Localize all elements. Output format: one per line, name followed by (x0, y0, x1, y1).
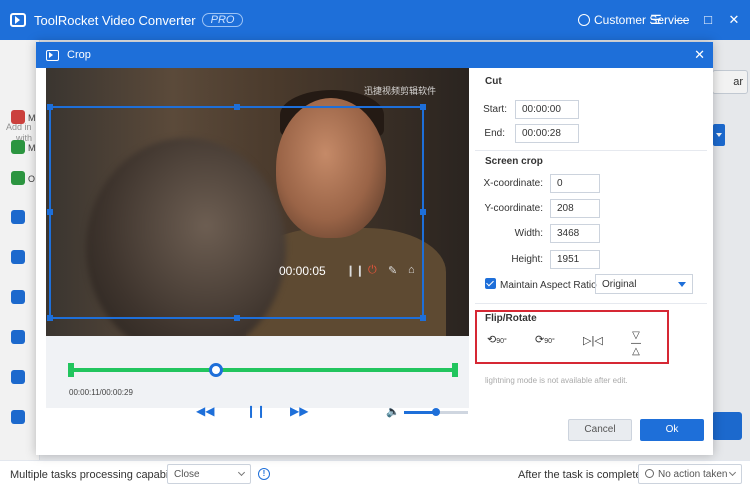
edit-icon[interactable]: ✎ (388, 264, 397, 277)
after-task-select[interactable]: No action taken (638, 464, 742, 484)
crop-dialog: Crop ✕ 迅捷视频剪辑软件 00:00:05 ❙❙ ⏻ ✎ ⌂ 00:00:… (36, 42, 713, 455)
crop-box[interactable] (47, 104, 426, 321)
pause-button-icon[interactable]: ❙❙ (246, 404, 266, 418)
no-action-icon (645, 469, 654, 478)
timeline[interactable] (68, 359, 458, 383)
flip-rotate-title: Flip/Rotate (485, 313, 537, 324)
crop-handle[interactable] (234, 104, 240, 110)
height-label: Height: (511, 254, 543, 265)
cut-title: Cut (485, 76, 502, 87)
flip-horizontal-icon[interactable]: ▷|◁ (583, 334, 603, 347)
volume-icon[interactable]: 🔈 (386, 405, 400, 418)
chevron-down-icon (237, 468, 246, 477)
multi-task-label: Multiple tasks processing capability (10, 469, 182, 481)
crop-handle[interactable] (47, 315, 53, 321)
chevron-down-icon (728, 468, 737, 477)
app-logo-icon (10, 13, 26, 27)
x-coordinate-input[interactable]: 0 (550, 174, 600, 193)
crop-handle[interactable] (47, 104, 53, 110)
close-icon[interactable]: ✕ (728, 12, 740, 28)
pause-icon[interactable]: ❙❙ (346, 264, 364, 277)
rewind-icon[interactable]: ◀◀ (196, 404, 214, 418)
rotate-right-icon[interactable]: ⟳90° (535, 333, 555, 346)
dialog-title: Crop (67, 49, 91, 61)
dialog-titlebar: Crop ✕ (36, 42, 713, 68)
statusbar: Multiple tasks processing capability Clo… (0, 460, 750, 495)
maintain-aspect-label: Maintain Aspect Ratio (500, 280, 597, 291)
power-icon[interactable]: ⏻ (368, 264, 377, 277)
settings-panel: Cut Start: 00:00:00 End: 00:00:28 Screen… (475, 68, 707, 408)
dialog-close-icon[interactable]: ✕ (694, 47, 705, 63)
menu-icon[interactable]: ☰ (650, 12, 662, 28)
video-preview: 迅捷视频剪辑软件 00:00:05 ❙❙ ⏻ ✎ ⌂ (46, 68, 469, 336)
minimize-icon[interactable]: — (676, 12, 689, 28)
width-label: Width: (514, 228, 543, 239)
dialog-logo-icon (46, 49, 59, 61)
end-label: End: (484, 128, 505, 139)
pro-badge: PRO (201, 13, 244, 27)
crop-handle[interactable] (420, 315, 426, 321)
app-title: ToolRocket Video Converter (34, 12, 196, 28)
width-input[interactable]: 3468 (550, 224, 600, 243)
crop-handle[interactable] (420, 104, 426, 110)
maximize-icon[interactable]: □ (702, 12, 714, 28)
info-icon[interactable]: ! (258, 468, 270, 480)
timeline-playhead[interactable] (209, 363, 224, 377)
lightning-note: lightning mode is not available after ed… (485, 376, 628, 385)
start-label: Start: (483, 104, 507, 115)
rotate-left-icon[interactable]: ⟲90° (487, 333, 507, 346)
flip-vertical-icon[interactable]: ▽ — △ (631, 331, 641, 357)
y-coordinate-label: Y-coordinate: (484, 203, 543, 214)
y-coordinate-input[interactable]: 208 (550, 199, 600, 218)
time-position: 00:00:11/00:00:29 (69, 388, 133, 397)
maintain-aspect-checkbox[interactable] (485, 278, 496, 289)
timeline-start-handle[interactable] (68, 363, 74, 377)
crop-handle[interactable] (420, 209, 426, 215)
aspect-ratio-select[interactable]: Original (595, 274, 693, 294)
ok-button[interactable]: Ok (640, 419, 704, 441)
timeline-end-handle[interactable] (452, 363, 458, 377)
multi-task-select[interactable]: Close (167, 464, 251, 484)
after-task-label: After the task is completed (518, 469, 648, 481)
crop-handle[interactable] (47, 209, 53, 215)
cancel-button[interactable]: Cancel (568, 419, 632, 441)
x-coordinate-label: X-coordinate: (483, 178, 543, 189)
crop-handle[interactable] (234, 315, 240, 321)
dropdown-arrow-icon (678, 282, 686, 287)
home-icon[interactable]: ⌂ (408, 264, 415, 276)
screen-crop-title: Screen crop (485, 156, 543, 167)
forward-icon[interactable]: ▶▶ (290, 404, 308, 418)
start-time-input[interactable]: 00:00:00 (515, 100, 579, 119)
preview-area: 迅捷视频剪辑软件 00:00:05 ❙❙ ⏻ ✎ ⌂ 00:00:11/00:0… (46, 68, 469, 418)
volume-slider[interactable] (404, 408, 468, 416)
timecode: 00:00:05 (279, 264, 326, 278)
chat-icon (578, 14, 590, 26)
end-time-input[interactable]: 00:00:28 (515, 124, 579, 143)
app-titlebar: ToolRocket Video Converter PRO Customer … (0, 0, 750, 40)
height-input[interactable]: 1951 (550, 250, 600, 269)
watermark: 迅捷视频剪辑软件 (364, 86, 437, 96)
